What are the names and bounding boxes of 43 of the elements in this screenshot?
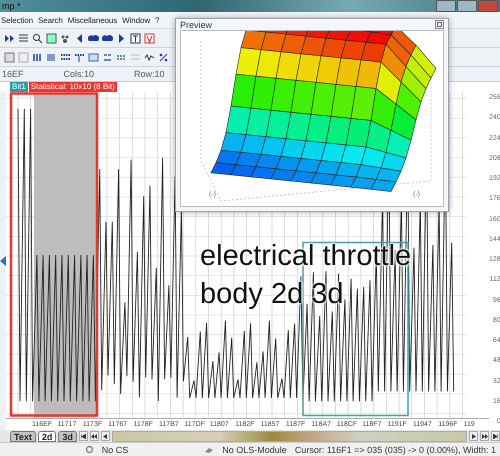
map-label[interactable]: Statistical: 10x10 (8 Bit) — [28, 82, 117, 92]
value-icon[interactable] — [143, 32, 156, 44]
address-field[interactable]: 16EF — [2, 69, 24, 79]
restore-icon[interactable] — [435, 20, 444, 29]
preview-title: Preview — [180, 20, 212, 30]
search-icon[interactable] — [31, 32, 44, 44]
checksum-status: No CS — [102, 444, 128, 454]
view-tab[interactable]: 3d — [58, 430, 77, 442]
cursor-status: Cursor: 116F1 => 035 (035) -> 0 (0.00%), Width: 1 — [294, 444, 496, 454]
scrollbar[interactable] — [112, 430, 467, 442]
forward-button[interactable] — [469, 431, 478, 441]
window-title: mp * — [2, 1, 21, 11]
arrow-left-icon[interactable] — [0, 256, 6, 266]
menu-item[interactable]: Window — [122, 16, 150, 24]
last-page-button[interactable] — [491, 431, 500, 441]
menu-item[interactable]: Selection — [1, 16, 34, 24]
fast-forward-icon — [482, 434, 488, 438]
columns-field[interactable]: Cols:10 — [64, 69, 94, 79]
fast-forward-button[interactable] — [480, 431, 489, 441]
table-icon[interactable] — [45, 32, 58, 44]
text-icon[interactable] — [129, 32, 142, 44]
module-status: No OLS-Module — [222, 444, 287, 454]
first-page-button[interactable] — [78, 431, 88, 441]
minimize-button[interactable] — [436, 0, 456, 12]
grid-icon[interactable] — [3, 50, 16, 64]
rows-field[interactable]: Row:10 — [134, 69, 165, 79]
back-button[interactable] — [100, 431, 110, 441]
view-tab[interactable]: 2d — [38, 430, 56, 442]
plug-icon — [204, 446, 214, 454]
skip-back-icon — [80, 434, 86, 438]
maximize-button[interactable] — [457, 0, 477, 12]
rewind-icon — [91, 434, 98, 438]
gear-icon — [84, 445, 94, 454]
menu-item[interactable]: Miscellaneous — [68, 16, 118, 24]
triangle-left-icon — [103, 434, 108, 438]
menu-item[interactable]: Search — [38, 16, 63, 24]
menu-item[interactable]: ? — [155, 16, 160, 24]
fast-back-button[interactable] — [90, 431, 99, 441]
triangle-right-icon — [472, 434, 476, 438]
list-icon[interactable] — [17, 32, 30, 44]
percent-icon[interactable] — [157, 50, 170, 64]
view-tab[interactable]: Text — [10, 430, 36, 442]
skip-forward-icon — [493, 434, 498, 438]
